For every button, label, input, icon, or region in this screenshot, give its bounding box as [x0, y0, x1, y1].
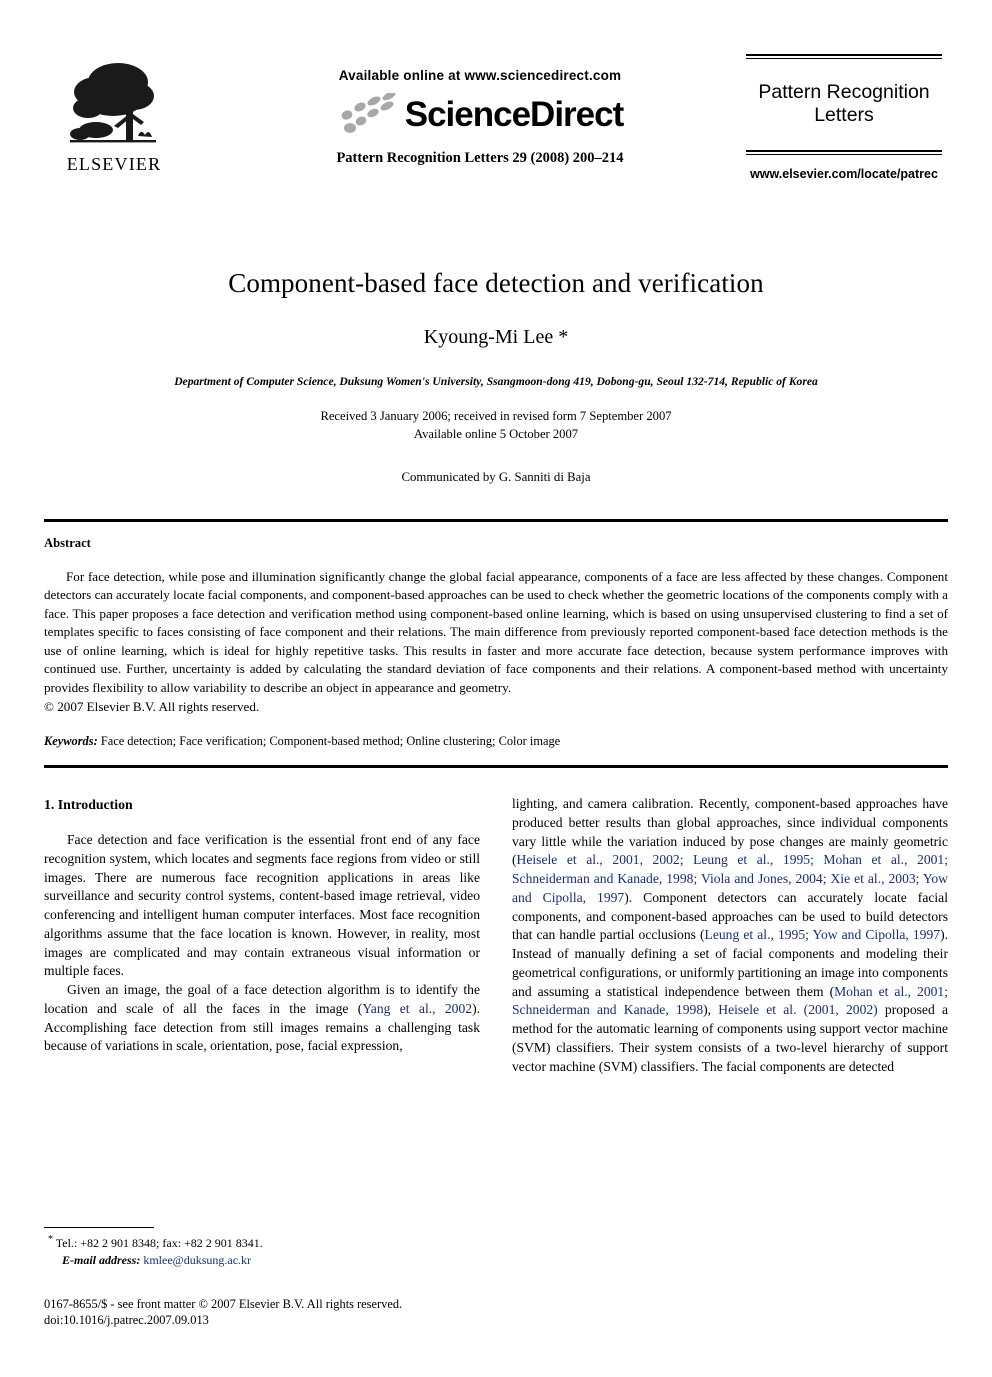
masthead: ELSEVIER Available online at www.science…: [44, 54, 948, 214]
sciencedirect-wordmark: ScienceDirect: [404, 94, 625, 134]
journal-title-line2: Letters: [814, 103, 874, 126]
paragraph-text: ),: [703, 1002, 719, 1018]
communicated-by: Communicated by G. Sanniti di Baja: [401, 469, 591, 484]
available-online-text: Available online at www.sciencedirect.co…: [338, 68, 622, 83]
issn-frontmatter-line: 0167-8655/$ - see front matter © 2007 El…: [44, 1296, 403, 1311]
paragraph: Face detection and face verification is …: [44, 832, 480, 979]
abstract-bottom-rule: [44, 765, 948, 769]
elsevier-logo: ELSEVIER: [62, 56, 166, 173]
abstract-heading: Abstract: [44, 535, 91, 550]
citation-link[interactable]: Yang et al., 2002: [362, 1001, 472, 1016]
citation-link[interactable]: Heisele et al. (2001, 2002): [718, 1002, 877, 1017]
journal-title: Pattern Recognition Letters: [746, 59, 942, 150]
journal-url[interactable]: www.elsevier.com/locate/patrec: [746, 167, 942, 181]
doi-line: doi:10.1016/j.patrec.2007.09.013: [44, 1313, 209, 1328]
footnote-rule: [44, 1226, 154, 1228]
footnote-corresponding: * Tel.: +82 2 901 8348; fax: +82 2 901 8…: [44, 1233, 480, 1252]
imprint-block: 0167-8655/$ - see front matter © 2007 El…: [44, 1296, 480, 1329]
keywords-list: Face detection; Face verification; Compo…: [100, 734, 561, 749]
abstract-text: For face detection, while pose and illum…: [44, 568, 948, 695]
email-label: E-mail address:: [62, 1253, 141, 1268]
paragraph: lighting, and camera calibration. Recent…: [512, 795, 948, 1076]
sciencedirect-header: Available online at www.sciencedirect.co…: [224, 68, 736, 167]
right-column: lighting, and camera calibration. Recent…: [512, 795, 948, 1076]
affiliation: Department of Computer Science, Duksung …: [174, 375, 818, 388]
footnote-marker: *: [48, 1233, 53, 1245]
title-block: Component-based face detection and verif…: [44, 268, 948, 485]
history-dates: Received 3 January 2006; received in rev…: [44, 407, 948, 444]
keywords-label: Keywords:: [44, 734, 98, 749]
abstract-top-rule: [44, 518, 948, 522]
section-heading-introduction: 1. Introduction: [44, 797, 133, 813]
available-online-date: Available online 5 October 2007: [413, 427, 579, 442]
journal-reference: Pattern Recognition Letters 29 (2008) 20…: [336, 150, 624, 166]
footnote-area: * Tel.: +82 2 901 8348; fax: +82 2 901 8…: [44, 1226, 480, 1329]
elsevier-tree-icon: [70, 63, 156, 143]
elsevier-wordmark: ELSEVIER: [66, 154, 162, 174]
body-columns: 1. Introduction Face detection and face …: [44, 795, 948, 1076]
keywords: Keywords: Face detection; Face verificat…: [44, 734, 948, 749]
sciencedirect-swoosh-icon: [341, 93, 396, 133]
journal-identity-box: Pattern Recognition Letters www.elsevier…: [746, 54, 942, 181]
paragraph: Given an image, the goal of a face detec…: [44, 981, 480, 1056]
journal-title-line1: Pattern Recognition: [758, 81, 930, 103]
sciencedirect-logo: ScienceDirect: [224, 91, 736, 137]
abstract-copyright: © 2007 Elsevier B.V. All rights reserved…: [44, 698, 260, 714]
received-date: Received 3 January 2006; received in rev…: [320, 409, 672, 423]
email-address-link[interactable]: kmlee@duksung.ac.kr: [143, 1253, 251, 1267]
author-list: Kyoung-Mi Lee *: [423, 326, 569, 348]
paper-page: ELSEVIER Available online at www.science…: [0, 54, 992, 1377]
left-column: 1. Introduction Face detection and face …: [44, 795, 480, 1076]
footnote-email: E-mail address: kmlee@duksung.ac.kr: [44, 1252, 480, 1269]
journal-box-bottom-rule: [746, 150, 942, 156]
citation-link[interactable]: Leung et al., 1995; Yow and Cipolla, 199…: [705, 927, 941, 942]
page-title: Component-based face detection and verif…: [228, 268, 764, 298]
footnote-tel-fax: Tel.: +82 2 901 8348; fax: +82 2 901 834…: [55, 1235, 263, 1250]
